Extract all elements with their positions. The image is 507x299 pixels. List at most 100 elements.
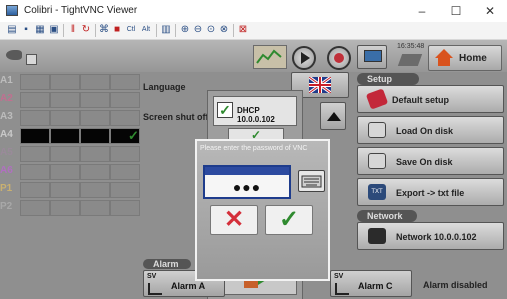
camera-icon[interactable] <box>6 50 22 60</box>
channel-label: P1 <box>0 183 13 194</box>
channel-label: A1 <box>0 75 13 86</box>
window-title: Colibri - TightVNC Viewer <box>24 5 138 16</box>
channel-cell <box>110 164 140 180</box>
default-setup-label: Default setup <box>392 95 450 105</box>
usb-drive-icon[interactable] <box>397 54 423 66</box>
minimize-button[interactable]: – <box>405 2 439 20</box>
hmi-topbar: 16:35:48 Home <box>0 40 507 72</box>
ok-button[interactable]: ✓ <box>265 205 313 235</box>
alarm-c-button[interactable]: SV Alarm C <box>330 270 412 297</box>
remote-screen[interactable]: 16:35:48 Home A1 A2 A3 A4 A5 A6 P1 P2 La… <box>0 40 507 299</box>
alt-key-button[interactable]: Alt <box>139 24 153 36</box>
channel-cell <box>20 182 50 198</box>
screen-shutoff-label: Screen shut off : <box>143 112 215 122</box>
zoom-100-icon[interactable]: ⊙ <box>205 24 217 36</box>
sv-label: SV <box>147 273 157 280</box>
channel-row[interactable]: A5 <box>0 146 140 162</box>
info-icon[interactable]: ▣ <box>48 24 60 36</box>
channel-row[interactable]: P1 <box>0 182 140 198</box>
channel-cell <box>110 200 140 216</box>
channel-cell <box>20 164 50 180</box>
network-button[interactable]: Network 10.0.0.102 <box>357 222 504 250</box>
fullscreen-icon[interactable]: ⊠ <box>237 24 249 36</box>
channel-row-selected[interactable]: A4 <box>0 128 140 144</box>
pause-icon[interactable]: ‖ <box>67 24 79 36</box>
channel-cell <box>20 74 50 90</box>
clipboard-icon[interactable]: ▥ <box>160 24 172 36</box>
channel-label: A4 <box>0 129 13 140</box>
options-icon[interactable]: ▦ <box>34 24 46 36</box>
disk-load-icon <box>368 122 386 138</box>
maximize-button[interactable]: ☐ <box>439 2 473 20</box>
channel-label: A3 <box>0 111 13 122</box>
window-titlebar: Colibri - TightVNC Viewer – ☐ ✕ <box>0 0 507 23</box>
arrow-up-icon <box>327 112 341 121</box>
ctrl-alt-del-icon[interactable]: ⌘ <box>98 24 110 36</box>
language-label: Language <box>143 82 186 92</box>
network-label: Network 10.0.0.102 <box>396 232 477 242</box>
txt-file-icon: TXT <box>368 184 386 200</box>
play-icon <box>301 52 310 64</box>
record-button[interactable] <box>327 46 351 70</box>
channel-cell <box>20 146 50 162</box>
monitor-button[interactable] <box>357 45 387 69</box>
alarm-a-label: Alarm A <box>171 281 206 291</box>
password-prompt: Please enter the password of VNC <box>200 145 308 152</box>
dhcp-checkbox[interactable]: ✓ <box>217 102 233 118</box>
export-txt-button[interactable]: TXT Export -> txt file <box>357 178 504 206</box>
channel-cell <box>80 128 110 144</box>
channel-cell <box>80 146 110 162</box>
app-icon <box>6 5 18 16</box>
check-icon[interactable]: ✓ <box>128 128 139 144</box>
channel-cell <box>50 164 80 180</box>
windows-key-icon[interactable]: ■ <box>111 24 123 36</box>
channel-cell <box>80 74 110 90</box>
zoom-in-icon[interactable]: ⊕ <box>179 24 191 36</box>
channel-row[interactable]: A3 <box>0 110 140 126</box>
channel-label: A5 <box>0 147 13 158</box>
channel-cell <box>50 92 80 108</box>
load-on-disk-button[interactable]: Load On disk <box>357 116 504 144</box>
toolbar-separator <box>156 24 157 37</box>
vnc-toolbar: ▤ ▪ ▦ ▣ ‖ ↻ ⌘ ■ Ctl Alt ▥ ⊕ ⊖ ⊙ ⊗ ⊠ <box>0 22 507 40</box>
channel-row[interactable]: P2 <box>0 200 140 216</box>
setup-header: Setup <box>357 73 419 85</box>
channel-cell <box>110 92 140 108</box>
password-input[interactable]: ●●● <box>203 165 291 199</box>
alarm-symbol-icon <box>335 283 349 295</box>
channel-row[interactable]: A2 <box>0 92 140 108</box>
password-dialog: Please enter the password of VNC ●●● ✕ ✓ <box>195 139 330 281</box>
clock-display: 16:35:48 <box>397 43 425 50</box>
refresh-icon[interactable]: ↻ <box>80 24 92 36</box>
channel-cell <box>50 110 80 126</box>
scroll-up-button[interactable] <box>320 102 346 130</box>
channel-cell <box>80 164 110 180</box>
channel-cell <box>50 200 80 216</box>
zoom-out-icon[interactable]: ⊖ <box>192 24 204 36</box>
ctrl-key-button[interactable]: Ctl <box>124 24 138 36</box>
network-icon <box>368 228 386 244</box>
play-button[interactable] <box>292 46 316 70</box>
channel-cell <box>110 182 140 198</box>
channel-cell <box>50 128 80 144</box>
close-button[interactable]: ✕ <box>473 2 507 20</box>
sv-label: SV <box>334 273 344 280</box>
home-button[interactable]: Home <box>428 45 502 71</box>
checkbox-icon[interactable] <box>26 54 37 65</box>
channel-row[interactable]: A1 <box>0 74 140 90</box>
default-setup-button[interactable]: Default setup <box>357 85 504 113</box>
channel-label: P2 <box>0 201 13 212</box>
monitor-icon <box>364 50 382 62</box>
zoom-fit-icon[interactable]: ⊗ <box>218 24 230 36</box>
save-icon[interactable]: ▪ <box>20 24 32 36</box>
channel-cell <box>50 182 80 198</box>
toolbar-separator <box>63 24 64 37</box>
new-connection-icon[interactable]: ▤ <box>6 24 18 36</box>
channel-label: A6 <box>0 165 13 176</box>
channel-row[interactable]: A6 <box>0 164 140 180</box>
save-on-disk-button[interactable]: Save On disk <box>357 147 504 175</box>
keyboard-button[interactable] <box>298 170 325 192</box>
cancel-button[interactable]: ✕ <box>210 205 258 235</box>
dhcp-row[interactable]: ✓ DHCP 10.0.0.102 <box>213 96 297 126</box>
trend-chart-button[interactable] <box>253 45 287 69</box>
